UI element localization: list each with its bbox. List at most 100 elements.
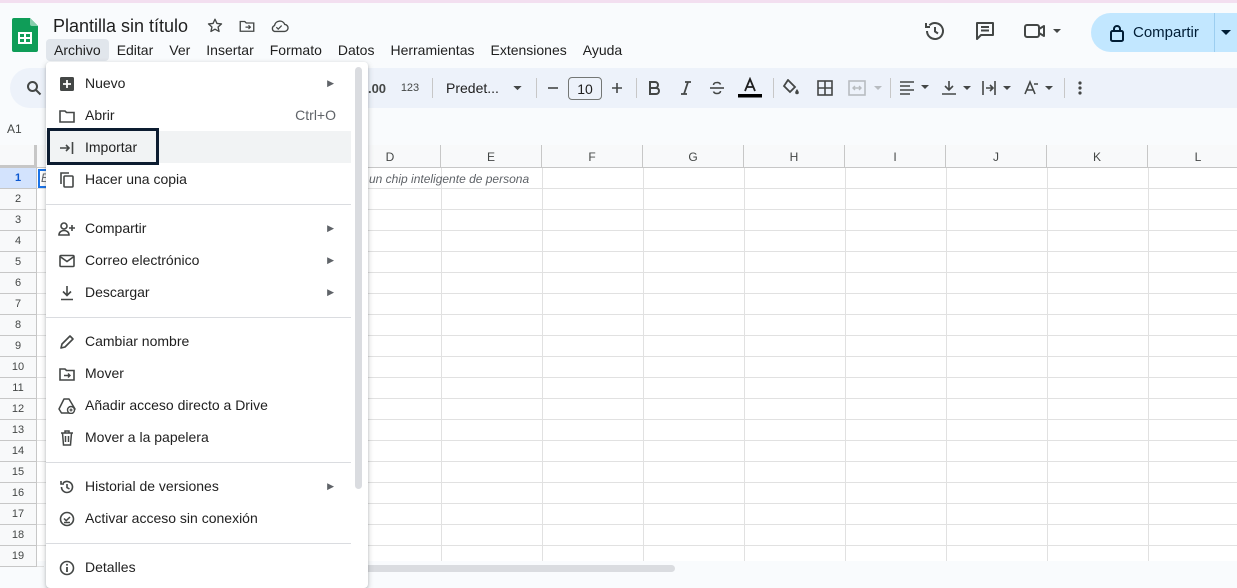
column-header[interactable]: E — [441, 145, 542, 168]
bold-icon[interactable] — [644, 68, 664, 108]
row-header[interactable]: 14 — [0, 441, 37, 462]
column-header[interactable]: I — [845, 145, 946, 168]
row-header[interactable]: 19 — [0, 546, 37, 567]
menu-item-descargar[interactable]: Descargar ▶ — [46, 276, 351, 308]
selected-cell-a1[interactable]: E — [38, 169, 46, 188]
font-family-select[interactable]: Predet... — [446, 68, 526, 108]
menu-item-mover[interactable]: Mover — [46, 357, 351, 389]
row-header[interactable]: 10 — [0, 357, 37, 378]
row-header[interactable]: 12 — [0, 399, 37, 420]
menu-item-label: Compartir — [85, 220, 147, 236]
menu-divider — [46, 317, 351, 318]
cell-d1-placeholder[interactable]: un chip inteligente de persona — [369, 172, 543, 186]
menu-scrollbar[interactable] — [355, 67, 362, 489]
menu-item-sin-conexion[interactable]: Activar acceso sin conexión — [46, 502, 351, 534]
cloud-status-icon[interactable] — [269, 16, 289, 36]
column-header[interactable]: F — [542, 145, 643, 168]
menu-item-papelera[interactable]: Mover a la papelera — [46, 421, 351, 453]
row-header[interactable]: 2 — [0, 189, 37, 210]
row-header[interactable]: 16 — [0, 483, 37, 504]
row-header[interactable]: 18 — [0, 525, 37, 546]
star-icon[interactable] — [205, 16, 225, 36]
menu-editar[interactable]: Editar — [109, 39, 162, 61]
download-icon — [58, 284, 76, 302]
highlight-outline — [47, 128, 159, 165]
row-header[interactable]: 11 — [0, 378, 37, 399]
menu-item-abrir[interactable]: Abrir Ctrl+O — [46, 99, 351, 131]
menu-item-acceso-directo[interactable]: Añadir acceso directo a Drive — [46, 389, 351, 421]
document-title[interactable]: Plantilla sin título — [53, 16, 188, 37]
italic-icon[interactable] — [676, 68, 696, 108]
row-header[interactable]: 5 — [0, 252, 37, 273]
strikethrough-icon[interactable] — [707, 68, 727, 108]
row-header[interactable]: 15 — [0, 462, 37, 483]
font-size-input[interactable]: 10 — [568, 77, 602, 100]
menu-herramientas[interactable]: Herramientas — [382, 39, 482, 61]
column-header[interactable]: K — [1047, 145, 1148, 168]
select-all-corner[interactable] — [0, 145, 37, 168]
borders-icon[interactable] — [814, 68, 836, 108]
comments-icon[interactable] — [968, 14, 1002, 48]
menu-item-nuevo[interactable]: Nuevo ▶ — [46, 67, 351, 99]
menu-item-cambiar-nombre[interactable]: Cambiar nombre — [46, 325, 351, 357]
share-dropdown-button[interactable] — [1214, 13, 1237, 52]
horizontal-align-icon[interactable] — [898, 68, 932, 108]
menu-divider — [46, 462, 351, 463]
menu-ayuda[interactable]: Ayuda — [575, 39, 630, 61]
text-wrapping-icon[interactable] — [980, 68, 1014, 108]
menu-item-historial[interactable]: Historial de versiones ▶ — [46, 470, 351, 502]
column-header[interactable]: L — [1148, 145, 1237, 168]
column-header[interactable]: H — [744, 145, 845, 168]
row-header[interactable]: 1 — [0, 168, 37, 189]
menu-item-compartir[interactable]: Compartir ▶ — [46, 212, 351, 244]
menu-ver[interactable]: Ver — [161, 39, 198, 61]
menu-item-label: Añadir acceso directo a Drive — [85, 397, 268, 413]
menu-item-correo[interactable]: Correo electrónico ▶ — [46, 244, 351, 276]
toolbar-divider — [636, 78, 637, 98]
menu-extensiones[interactable]: Extensiones — [482, 39, 574, 61]
row-header[interactable]: 17 — [0, 504, 37, 525]
row-header[interactable]: 3 — [0, 210, 37, 231]
more-options-icon[interactable] — [1070, 68, 1090, 108]
text-color-icon[interactable] — [737, 68, 763, 108]
column-header[interactable]: G — [643, 145, 744, 168]
menu-item-label: Mover a la papelera — [85, 429, 209, 445]
vertical-align-icon[interactable] — [940, 68, 974, 108]
fill-color-icon[interactable] — [780, 68, 802, 108]
increase-font-size-button[interactable] — [608, 68, 626, 108]
toolbar-divider — [890, 78, 891, 98]
grid-line — [643, 168, 644, 561]
menu-insertar[interactable]: Insertar — [198, 39, 261, 61]
text-rotation-icon[interactable] — [1022, 68, 1056, 108]
menu-item-hacer-copia[interactable]: Hacer una copia — [46, 163, 351, 195]
version-history-icon[interactable] — [918, 14, 952, 48]
person-add-icon — [58, 220, 76, 238]
row-header[interactable]: 4 — [0, 231, 37, 252]
sheets-logo-icon[interactable] — [12, 18, 38, 52]
decrease-decimal-button[interactable]: .00 — [366, 68, 388, 108]
merge-cells-icon[interactable] — [846, 68, 886, 108]
row-header[interactable]: 9 — [0, 336, 37, 357]
trash-icon — [58, 429, 76, 447]
menu-formato[interactable]: Formato — [262, 39, 330, 61]
row-header[interactable]: 7 — [0, 294, 37, 315]
menu-item-detalles[interactable]: Detalles — [46, 551, 351, 583]
row-header[interactable]: 8 — [0, 315, 37, 336]
meet-video-icon[interactable] — [1018, 14, 1070, 48]
search-menus-icon[interactable] — [24, 68, 44, 108]
number-format-button[interactable]: 123 — [398, 68, 422, 108]
name-box[interactable]: A1 — [7, 122, 22, 136]
menu-item-label: Abrir — [85, 107, 115, 123]
caret-down-icon — [513, 85, 522, 90]
caret-down-icon — [1221, 29, 1231, 35]
decrease-font-size-button[interactable] — [544, 68, 562, 108]
top-accent-line — [0, 0, 1237, 3]
column-header[interactable]: J — [946, 145, 1047, 168]
row-header[interactable]: 6 — [0, 273, 37, 294]
horizontal-scrollbar[interactable] — [355, 565, 675, 572]
menu-datos[interactable]: Datos — [330, 39, 383, 61]
menu-archivo[interactable]: Archivo — [46, 39, 109, 61]
move-folder-icon[interactable] — [237, 16, 257, 36]
row-header[interactable]: 13 — [0, 420, 37, 441]
submenu-arrow-icon: ▶ — [327, 286, 334, 297]
